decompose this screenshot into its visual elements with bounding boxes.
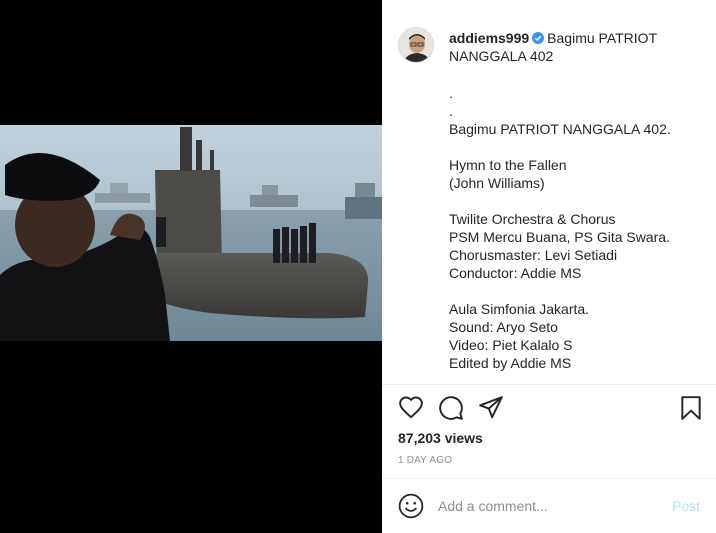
post-panel: addiems999 Bagimu PATRIOT NANGGALA 402 . … [382,0,716,533]
comment-box: Post [382,480,716,533]
avatar[interactable] [398,27,434,63]
comment-icon[interactable] [438,395,464,421]
post-media [0,0,382,533]
post-photo[interactable] [0,125,382,341]
post-comment-button[interactable]: Post [672,498,700,514]
share-icon[interactable] [478,395,504,421]
caption-area: addiems999 Bagimu PATRIOT NANGGALA 402 . … [382,0,716,384]
caption-header: addiems999 Bagimu PATRIOT NANGGALA 402 [449,29,709,65]
username[interactable]: addiems999 [449,30,529,46]
view-count[interactable]: 87,203 views [398,430,483,446]
emoji-icon[interactable] [398,493,424,519]
bookmark-icon[interactable] [678,395,704,421]
divider [382,478,716,479]
verified-badge-icon [532,32,545,44]
action-bar [382,385,716,433]
post-timestamp[interactable]: 1 DAY AGO [398,455,452,466]
heart-icon[interactable] [398,395,424,421]
caption-body: . . Bagimu PATRIOT NANGGALA 402. Hymn to… [449,85,671,371]
avatar-image [399,28,433,62]
submarine-photo [0,125,382,341]
comment-input[interactable] [438,494,648,518]
